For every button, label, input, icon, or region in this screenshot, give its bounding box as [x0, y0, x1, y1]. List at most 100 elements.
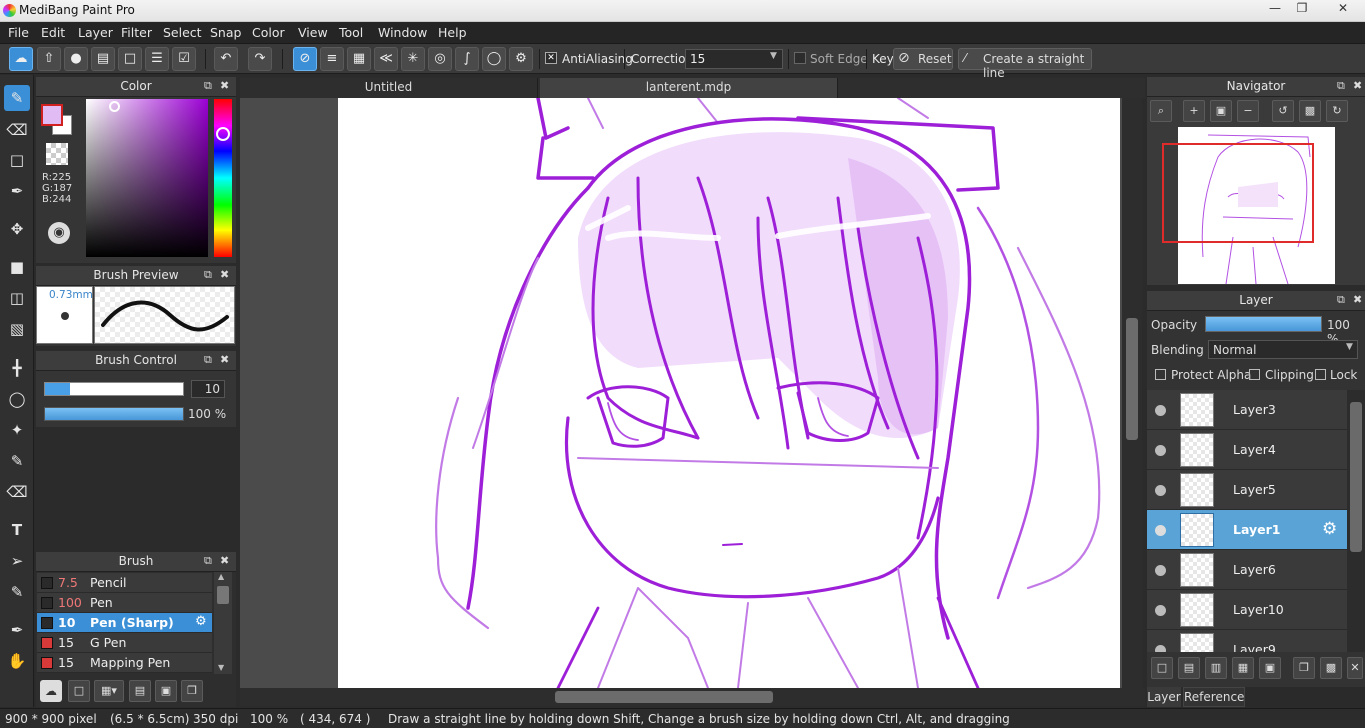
document-icon[interactable]: □ — [118, 47, 142, 71]
fill-shape-icon[interactable]: ■ — [4, 254, 30, 280]
parallel-snap-icon[interactable]: ≡ — [320, 47, 344, 71]
popout-icon[interactable]: ⧉ — [1337, 293, 1345, 307]
eraser-tool-icon[interactable]: ⌫ — [4, 117, 30, 143]
soft-edge-checkbox[interactable] — [794, 52, 806, 64]
saturation-value-picker[interactable] — [86, 99, 208, 257]
upload-icon[interactable]: ⇧ — [37, 47, 61, 71]
visibility-icon[interactable] — [1155, 405, 1166, 416]
brush-size-slider[interactable] — [44, 382, 184, 396]
vanishing-point-snap-icon[interactable]: ≪ — [374, 47, 398, 71]
menu-file[interactable]: File — [8, 25, 29, 40]
gradient-tool-icon[interactable]: ▧ — [4, 316, 30, 342]
menu-layer[interactable]: Layer — [78, 25, 113, 40]
new-folder-icon[interactable]: ▣ — [1259, 657, 1281, 679]
layer-row-selected[interactable]: Layer1 ⚙ — [1147, 510, 1347, 550]
visibility-icon[interactable] — [1155, 445, 1166, 456]
close-icon[interactable]: ✖ — [1353, 79, 1362, 92]
speech-bubble-icon[interactable]: ● — [64, 47, 88, 71]
menu-help[interactable]: Help — [438, 25, 467, 40]
layer-opacity-slider[interactable] — [1205, 316, 1322, 332]
brush-type-dropdown-icon[interactable]: ▦▾ — [94, 680, 124, 702]
zoom-in-icon[interactable]: + — [1183, 100, 1205, 122]
layer-row[interactable]: Layer6 — [1147, 550, 1347, 590]
close-icon[interactable]: ✖ — [220, 353, 229, 366]
popout-icon[interactable]: ⧉ — [204, 554, 212, 568]
horizontal-scrollbar[interactable] — [240, 688, 1145, 706]
close-icon[interactable]: ✖ — [220, 268, 229, 281]
lasso-tool-icon[interactable]: ◯ — [4, 386, 30, 412]
new-8bit-layer-icon[interactable]: ▥ — [1205, 657, 1227, 679]
hue-cursor[interactable] — [216, 127, 230, 141]
snap-off-icon[interactable]: ⊘ — [293, 47, 317, 71]
checklist-icon[interactable]: ☑ — [172, 47, 196, 71]
rotate-right-icon[interactable]: ↻ — [1326, 100, 1348, 122]
duplicate-layer-icon[interactable]: ❐ — [1293, 657, 1315, 679]
lock-checkbox[interactable] — [1315, 369, 1326, 380]
tab-lanterent[interactable]: lanterent.mdp — [540, 78, 838, 98]
sv-cursor[interactable] — [109, 101, 120, 112]
tab-untitled[interactable]: Untitled — [240, 78, 538, 98]
menu-snap[interactable]: Snap — [210, 25, 241, 40]
visibility-icon[interactable] — [1155, 485, 1166, 496]
popout-icon[interactable]: ⧉ — [204, 268, 212, 282]
protect-alpha-checkbox[interactable] — [1155, 369, 1166, 380]
brush-item-selected[interactable]: 10 Pen (Sharp) ⚙ — [37, 613, 212, 633]
hand-tool-icon[interactable]: ✋ — [4, 648, 30, 674]
menu-edit[interactable]: Edit — [41, 25, 65, 40]
brush-opacity-slider[interactable] — [44, 407, 184, 421]
hue-slider[interactable] — [214, 99, 232, 257]
menu-filter[interactable]: Filter — [121, 25, 152, 40]
magic-wand-icon[interactable]: ✦ — [4, 417, 30, 443]
layer-row[interactable]: Layer4 — [1147, 430, 1347, 470]
antialiasing-checkbox[interactable]: ✕ — [545, 52, 557, 64]
brush-item[interactable]: 15 Mapping Pen — [37, 653, 212, 673]
undo-icon[interactable]: ↶ — [214, 47, 238, 71]
canvas-area[interactable] — [240, 98, 1142, 688]
select-pen-icon[interactable]: ✎ — [4, 448, 30, 474]
new-halftone-layer-icon[interactable]: ▤ — [1178, 657, 1200, 679]
brush-item[interactable]: 100 Pen — [37, 593, 212, 613]
close-icon[interactable]: ✖ — [220, 554, 229, 567]
tab-layer[interactable]: Layer — [1147, 687, 1181, 707]
vertical-scrollbar[interactable] — [1122, 98, 1142, 688]
reset-button[interactable]: ⊘ Reset — [893, 48, 953, 70]
clipping-checkbox[interactable] — [1249, 369, 1260, 380]
layer-scroll-thumb[interactable] — [1350, 402, 1362, 552]
navigator-viewport-frame[interactable] — [1162, 143, 1314, 243]
palette-icon[interactable]: ◉ — [48, 222, 70, 244]
eyedropper-tool-icon[interactable]: ✒ — [4, 617, 30, 643]
visibility-icon[interactable] — [1155, 565, 1166, 576]
transparent-color-swatch[interactable] — [46, 143, 68, 165]
divide-tool-icon[interactable]: ✎ — [4, 579, 30, 605]
flip-icon[interactable]: ▩ — [1299, 100, 1321, 122]
curve-snap-icon[interactable]: ∫ — [455, 47, 479, 71]
new-layer-icon[interactable]: □ — [1151, 657, 1173, 679]
minimize-button[interactable]: — — [1262, 0, 1288, 18]
brush-item[interactable]: 15 G Pen — [37, 633, 212, 653]
brush-settings-icon[interactable]: ▤ — [129, 680, 151, 702]
zoom-out-icon[interactable]: − — [1237, 100, 1259, 122]
concentric-snap-icon[interactable]: ◎ — [428, 47, 452, 71]
bucket-tool-icon[interactable]: ◫ — [4, 285, 30, 311]
layer-row[interactable]: Layer10 — [1147, 590, 1347, 630]
visibility-icon[interactable] — [1155, 525, 1166, 536]
layer-row[interactable]: Layer9 — [1147, 630, 1347, 652]
maximize-button[interactable]: ❐ — [1289, 0, 1315, 18]
popout-icon[interactable]: ⧉ — [204, 353, 212, 367]
brush-list-scrollbar[interactable]: ▲ ▼ — [214, 572, 232, 674]
visibility-icon[interactable] — [1155, 605, 1166, 616]
straight-line-button[interactable]: ⁄ Create a straight line — [958, 48, 1092, 80]
delete-layer-icon[interactable]: ✕ — [1347, 657, 1363, 679]
brush-item[interactable]: 7.5 Pencil — [37, 573, 212, 593]
move-tool-icon[interactable]: ✥ — [4, 216, 30, 242]
menu-tool[interactable]: Tool — [339, 25, 363, 40]
list-icon[interactable]: ☰ — [145, 47, 169, 71]
select-rect-icon[interactable]: ╋ — [4, 355, 30, 381]
layer-row[interactable]: Layer5 — [1147, 470, 1347, 510]
radial-snap-icon[interactable]: ✳ — [401, 47, 425, 71]
menu-select[interactable]: Select — [163, 25, 202, 40]
popout-icon[interactable]: ⧉ — [1337, 79, 1345, 93]
rotate-left-icon[interactable]: ↺ — [1272, 100, 1294, 122]
vertical-scroll-thumb[interactable] — [1126, 318, 1138, 440]
grid-snap-icon[interactable]: ▦ — [347, 47, 371, 71]
